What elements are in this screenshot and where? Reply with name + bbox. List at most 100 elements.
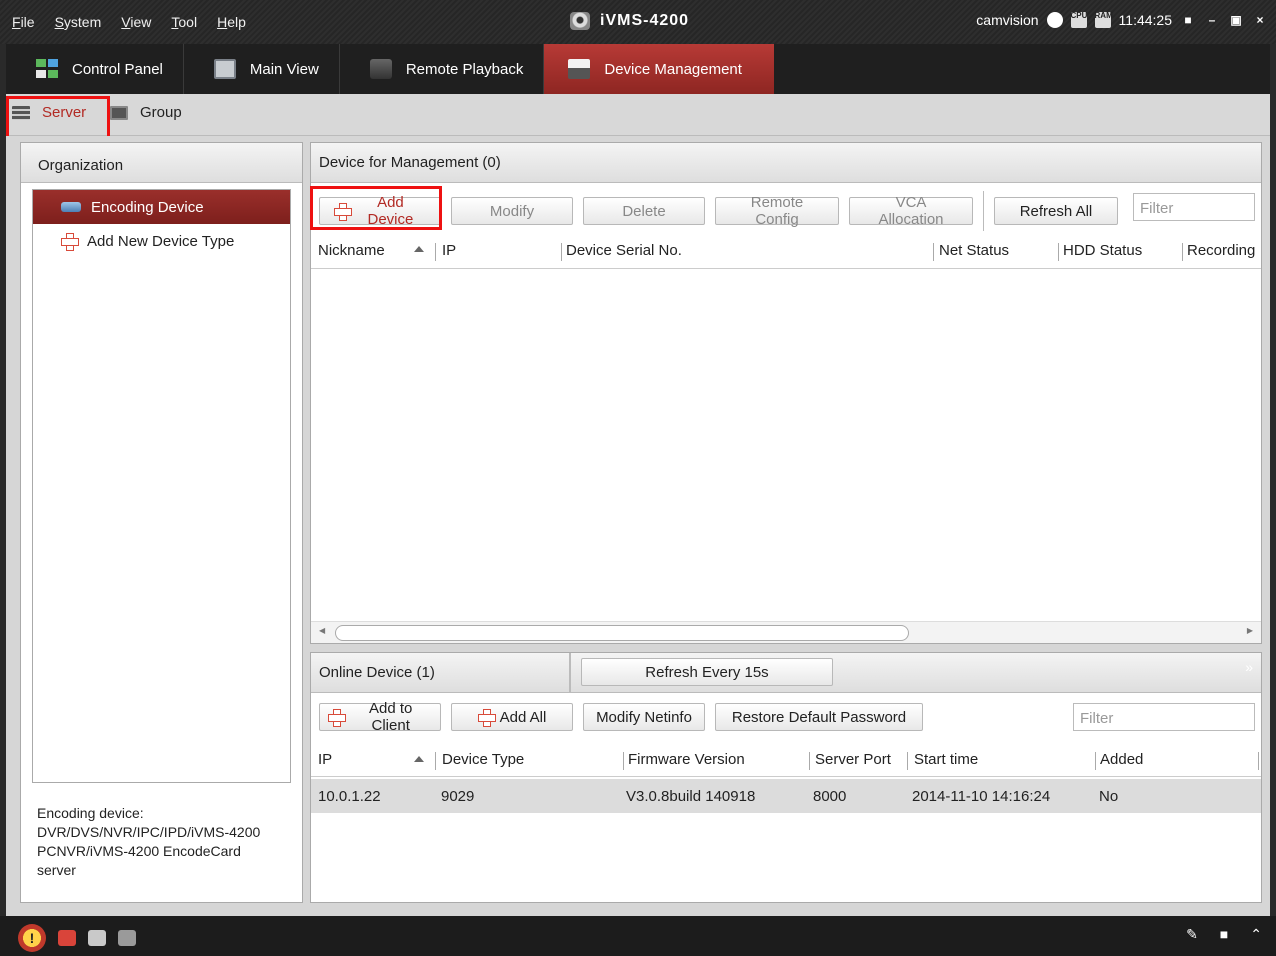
menu-bar: File System View Tool Help [12,14,266,30]
organization-list: Encoding Device Add New Device Type [32,189,291,783]
col-hdd-status[interactable]: HDD Status [1063,242,1142,259]
menu-file[interactable]: File [12,14,35,30]
pin-icon[interactable]: ✎ [1186,926,1198,943]
module-tabs: Control Panel Main View Remote Playback … [6,44,1270,94]
camera-logo-icon [570,12,590,30]
network-globe-icon [1046,12,1063,28]
minimize-button[interactable]: – [1204,12,1220,28]
table-row[interactable]: 10.0.1.22 9029 V3.0.8build 140918 8000 2… [311,779,1261,813]
tab-control-panel[interactable]: Control Panel [6,44,184,94]
device-type-description: Encoding device: DVR/DVS/NVR/IPC/IPD/iVM… [37,804,287,880]
maximize-button[interactable]: ▣ [1228,12,1244,28]
toolbar-divider [983,191,984,231]
subtab-group[interactable]: Group [110,104,182,121]
close-button[interactable]: × [1252,12,1268,28]
vca-allocation-button[interactable]: VCA Allocation [849,194,973,228]
col-recording[interactable]: Recording [1187,242,1255,259]
scroll-thumb[interactable] [335,625,909,641]
menu-help[interactable]: Help [217,14,246,30]
sub-tab-bar: Server Group [6,94,1270,136]
add-icon [334,203,352,221]
sort-asc-icon [414,756,424,762]
restore-icon[interactable]: ■ [1220,926,1228,943]
col-added[interactable]: Added [1100,751,1143,768]
button-label: Add Device [367,194,414,228]
scroll-left-icon[interactable]: ◀ [319,626,325,635]
column-divider [1182,243,1183,261]
org-item-encoding-device[interactable]: Encoding Device [33,190,290,224]
col-nickname[interactable]: Nickname [318,242,385,259]
refresh-all-button[interactable]: Refresh All [994,197,1118,225]
organization-title: Organization [21,143,302,183]
modify-netinfo-button[interactable]: Modify Netinfo [583,703,705,731]
audio-mute-icon[interactable] [118,930,136,946]
add-device-button[interactable]: Add Device [319,194,441,228]
main-area: Organization Encoding Device Add New Dev… [6,136,1270,916]
restore-password-button[interactable]: Restore Default Password [715,703,923,731]
add-all-button[interactable]: Add All [451,703,573,731]
menu-tool[interactable]: Tool [171,14,197,30]
col-ip[interactable]: IP [318,751,332,768]
remote-config-button[interactable]: Remote Config [715,194,839,228]
org-item-add-device-type[interactable]: Add New Device Type [33,224,290,258]
button-label: Add All [499,708,547,726]
add-icon [61,233,79,251]
lock-icon[interactable]: ■ [1180,12,1196,28]
description-line: DVR/DVS/NVR/IPC/IPD/iVMS-4200 [37,824,261,840]
snapshot-icon[interactable] [88,930,106,946]
tab-label: Main View [249,60,319,78]
status-bar: ! ✎ ■ ⌃ [0,916,1276,956]
column-divider [907,752,908,770]
subtab-server[interactable]: Server [12,104,86,121]
tab-remote-playback[interactable]: Remote Playback [340,44,545,94]
cell-device-type: 9029 [441,788,475,805]
col-serial[interactable]: Device Serial No. [566,242,682,259]
management-table-header: Nickname IP Device Serial No. Net Status… [311,231,1261,269]
collapse-icon[interactable]: » [1245,659,1253,675]
org-item-label: Encoding Device [91,198,204,216]
device-management-panel: Device for Management (0) Add Device Mod… [310,142,1262,644]
add-icon [477,709,496,727]
delete-button[interactable]: Delete [583,197,705,225]
org-item-label: Add New Device Type [87,232,235,250]
tab-main-view[interactable]: Main View [184,44,340,94]
column-divider [809,752,810,770]
online-table-header: IP Device Type Firmware Version Server P… [311,741,1261,777]
description-line: PCNVR/iVMS-4200 EncodeCard [37,843,241,859]
add-to-client-button[interactable]: Add to Client [319,700,441,734]
horizontal-scrollbar[interactable]: ◀ ▶ [311,621,1261,643]
server-icon [12,105,30,120]
col-net-status[interactable]: Net Status [939,242,1009,259]
alarm-icon[interactable]: ! [18,924,46,952]
button-label: Add to Client [369,700,413,734]
col-device-type[interactable]: Device Type [442,751,524,768]
online-filter-input[interactable]: Filter [1073,703,1255,731]
expand-up-icon[interactable]: ⌃ [1250,926,1262,943]
management-title: Device for Management (0) [311,143,1261,183]
online-device-panel: Online Device (1) Refresh Every 15s » Ad… [310,652,1262,903]
col-firmware[interactable]: Firmware Version [628,751,745,768]
device-management-icon [568,59,591,79]
menu-system[interactable]: System [55,14,102,30]
menu-view[interactable]: View [121,14,151,30]
cell-firmware: V3.0.8build 140918 [626,788,756,805]
modify-button[interactable]: Modify [451,197,573,225]
tab-device-management[interactable]: Device Management [544,44,775,94]
status-icons: ! [18,924,136,952]
scroll-right-icon[interactable]: ▶ [1247,626,1253,635]
cell-start-time: 2014-11-10 14:16:24 [912,788,1051,805]
group-icon [110,105,128,120]
description-line: Encoding device: [37,805,144,821]
column-divider [933,243,934,261]
col-ip[interactable]: IP [442,242,456,259]
column-divider [561,243,562,261]
sort-asc-icon [414,246,424,252]
user-name: camvision [976,12,1039,28]
refresh-interval-button[interactable]: Refresh Every 15s [581,658,833,686]
tab-label: Control Panel [72,60,163,78]
col-server-port[interactable]: Server Port [815,751,891,768]
col-start-time[interactable]: Start time [914,751,978,768]
record-icon[interactable] [58,930,76,946]
management-filter-input[interactable]: Filter [1133,193,1255,221]
encoding-device-icon [61,202,81,212]
